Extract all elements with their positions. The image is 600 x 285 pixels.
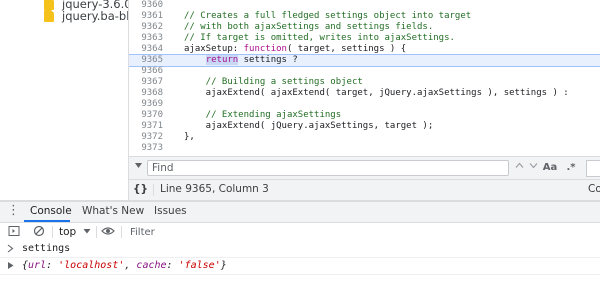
- line-number: 9372: [141, 132, 163, 142]
- code-comment: // Building a settings object: [184, 77, 363, 87]
- active-tab-indicator: [24, 220, 70, 222]
- find-bar: Aa .*: [129, 156, 600, 180]
- code-line: 9368 ajaxExtend( ajaxExtend( target, jQu…: [129, 88, 600, 99]
- collapse-arrow-icon[interactable]: [131, 160, 145, 176]
- code-line: 9360: [129, 0, 600, 11]
- tab-issues[interactable]: Issues: [154, 205, 187, 217]
- object-close-brace: }: [220, 260, 227, 271]
- code-text: ajaxExtend( ajaxExtend( target, jQuery.a…: [184, 88, 569, 98]
- code-line: 9369: [129, 99, 600, 110]
- console-output: settings {url: 'localhost', cache: 'fals…: [0, 241, 600, 285]
- toolbar-divider: [52, 226, 53, 238]
- code-text-part: settings ?: [238, 55, 298, 65]
- line-number: 9366: [141, 66, 163, 76]
- line-number: 9370: [141, 110, 163, 120]
- code-comment: // Extending ajaxSettings: [184, 110, 342, 120]
- file-name: jquery.ba-bbq.js: [62, 9, 128, 23]
- code-text: return settings ?: [184, 55, 298, 66]
- code-line: 9361 // Creates a full fledged settings …: [129, 11, 600, 22]
- match-case-button[interactable]: Aa: [542, 160, 558, 176]
- chevron-down-icon[interactable]: [83, 225, 91, 239]
- coverage-label: Co: [588, 183, 600, 195]
- tab-whats-new[interactable]: What's New: [82, 205, 144, 217]
- eye-icon[interactable]: [101, 225, 115, 241]
- show-sidebar-icon[interactable]: [8, 225, 20, 241]
- code-line: 9363 // If target is omitted, writes int…: [129, 33, 600, 44]
- source-status-bar: {} Line 9365, Column 3 Co: [129, 180, 600, 201]
- line-number: 9363: [141, 33, 163, 43]
- drawer-tabbar: ⋮ Console What's New Issues: [0, 202, 600, 223]
- replace-toggle[interactable]: [586, 160, 600, 177]
- line-number: 9364: [141, 44, 163, 54]
- code-line: 9372 },: [129, 132, 600, 143]
- code-line: 9371 ajaxExtend( jQuery.ajaxSettings, ta…: [129, 121, 600, 132]
- code-line: 9367 // Building a settings object: [129, 77, 600, 88]
- object-value: 'false': [178, 260, 221, 271]
- filter-input[interactable]: [128, 225, 332, 240]
- context-selector[interactable]: top: [59, 225, 76, 239]
- code-line: 9366: [129, 66, 600, 77]
- line-number: 9362: [141, 22, 163, 32]
- code-text-part: ajaxSetup:: [184, 44, 244, 54]
- console-toolbar: top: [0, 223, 600, 242]
- console-input-line: settings: [0, 241, 600, 258]
- console-input: settings: [22, 243, 71, 254]
- code-editor[interactable]: 9360 9361 // Creates a full fledged sett…: [129, 0, 600, 156]
- code-text: ajaxSetup: function( target, settings ) …: [184, 44, 406, 55]
- console-result: {url: 'localhost', cache: 'false'}: [22, 260, 227, 271]
- code-line: 9364 ajaxSetup: function( target, settin…: [129, 44, 600, 55]
- code-line: 9370 // Extending ajaxSettings: [129, 110, 600, 121]
- pretty-print-button[interactable]: {}: [133, 183, 148, 195]
- line-number: 9365: [141, 55, 163, 65]
- js-file-icon: [44, 10, 54, 22]
- clear-console-icon[interactable]: [33, 225, 45, 241]
- next-match-icon[interactable]: [527, 160, 539, 176]
- code-text: },: [184, 132, 195, 142]
- sources-panel: jquery-3.6.0.js jquery.ba-bbq.js 9360 93…: [0, 0, 600, 201]
- code-keyword: function: [243, 44, 287, 54]
- line-number: 9368: [141, 88, 163, 98]
- tab-console[interactable]: Console: [30, 205, 72, 217]
- input-prompt-icon: [7, 244, 14, 256]
- object-key: cache: [136, 260, 167, 271]
- context-label: top: [59, 226, 77, 238]
- file-navigator: jquery-3.6.0.js jquery.ba-bbq.js: [0, 0, 129, 200]
- code-keyword-highlighted: return: [205, 55, 239, 65]
- toolbar-divider: [96, 226, 97, 238]
- previous-match-icon[interactable]: [513, 160, 525, 176]
- code-text-part: ( target, settings ) {: [286, 44, 407, 54]
- expand-arrow-icon[interactable]: [7, 261, 15, 273]
- object-value: 'localhost': [58, 260, 125, 271]
- code-line: 9373: [129, 143, 600, 154]
- cursor-position: Line 9365, Column 3: [160, 183, 269, 195]
- line-number: 9371: [141, 121, 163, 131]
- object-key: url: [28, 260, 47, 271]
- code-line: 9362 // with both ajaxSettings and setti…: [129, 22, 600, 33]
- console-result-line[interactable]: {url: 'localhost', cache: 'false'}: [0, 258, 600, 275]
- line-number: 9373: [141, 143, 163, 153]
- code-comment: // with both ajaxSettings and settings f…: [184, 22, 434, 32]
- more-tabs-icon[interactable]: ⋮: [7, 204, 20, 218]
- file-tree-item[interactable]: jquery.ba-bbq.js: [44, 9, 128, 23]
- line-number: 9361: [141, 11, 163, 21]
- regex-button[interactable]: .*: [565, 160, 577, 176]
- code-comment: // If target is omitted, writes into aja…: [184, 33, 455, 43]
- line-number: 9360: [141, 0, 163, 10]
- code-text: ajaxExtend( jQuery.ajaxSettings, target …: [184, 121, 434, 131]
- current-code-line: 9365 return settings ?: [129, 54, 600, 67]
- toolbar-divider: [121, 226, 122, 238]
- line-number: 9367: [141, 77, 163, 87]
- line-number: 9369: [141, 99, 163, 109]
- find-input[interactable]: [147, 160, 509, 176]
- code-comment: // Creates a full fledged settings objec…: [184, 11, 472, 21]
- divider: [153, 184, 154, 196]
